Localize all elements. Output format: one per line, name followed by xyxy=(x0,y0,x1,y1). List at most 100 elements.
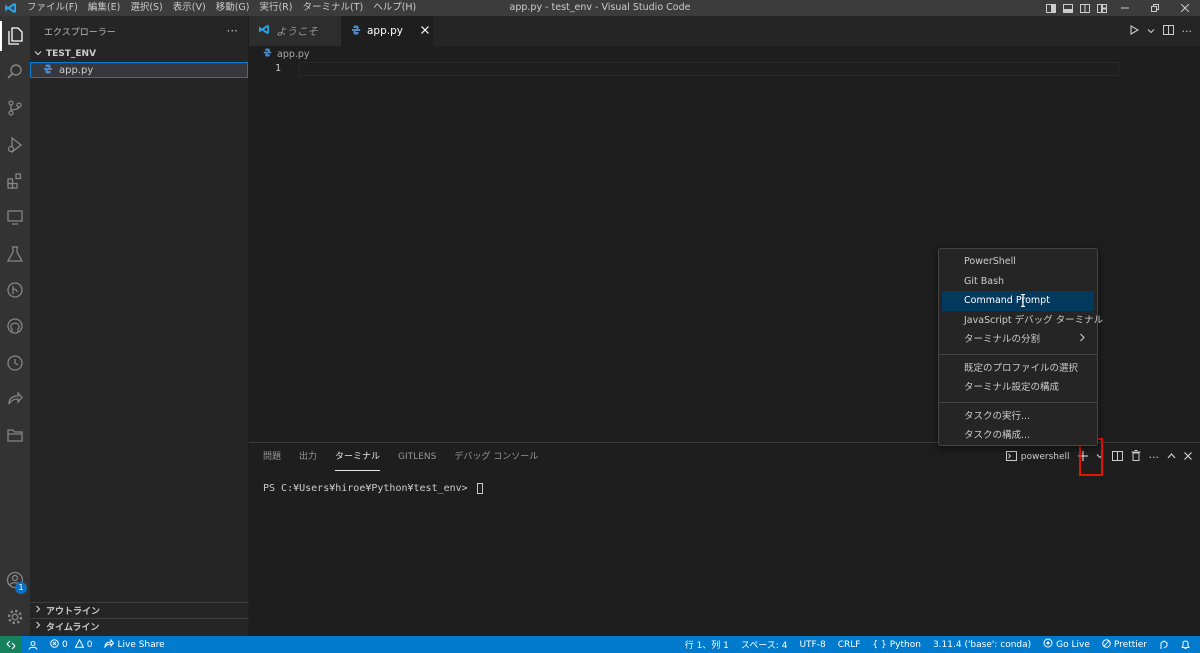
menu-item-split-terminal[interactable]: ターミナルの分割 xyxy=(942,330,1094,350)
split-terminal-icon[interactable] xyxy=(1111,450,1123,464)
search-icon[interactable] xyxy=(0,57,30,87)
live-share-icon[interactable] xyxy=(0,384,30,414)
tab-welcome[interactable]: ようこそ xyxy=(249,16,341,46)
github-icon[interactable] xyxy=(0,311,30,341)
end-of-line[interactable]: CRLF xyxy=(832,636,867,653)
remote-explorer-icon[interactable] xyxy=(0,202,30,232)
warning-icon xyxy=(74,638,85,651)
file-item-app-py[interactable]: app.py xyxy=(30,62,248,78)
menu-item-git-bash[interactable]: Git Bash xyxy=(942,272,1094,292)
menu-item-run-task[interactable]: タスクの実行... xyxy=(942,407,1094,427)
settings-gear-icon[interactable] xyxy=(0,602,30,632)
menu-help[interactable]: ヘルプ(H) xyxy=(368,0,421,16)
toggle-sidebar-icon[interactable] xyxy=(1076,0,1093,16)
cursor-position[interactable]: 行 1、列 1 xyxy=(679,636,735,653)
toggle-panel-icon[interactable] xyxy=(1059,0,1076,16)
accounts-badge: 1 xyxy=(15,582,27,594)
problems-status[interactable]: 0 0 xyxy=(44,636,98,653)
kill-terminal-trash-icon[interactable] xyxy=(1131,450,1141,464)
title-bar: ファイル(F) 編集(E) 選択(S) 表示(V) 移動(G) 実行(R) ター… xyxy=(0,0,1200,16)
menu-item-configure-terminal-settings[interactable]: ターミナル設定の構成 xyxy=(942,378,1094,398)
menu-view[interactable]: 表示(V) xyxy=(168,0,211,16)
bottom-panel: 問題 出力 ターミナル GITLENS デバッグ コンソール powershel… xyxy=(249,442,1200,636)
gitlens-icon[interactable] xyxy=(0,275,30,305)
extensions-icon[interactable] xyxy=(0,166,30,196)
explorer-sidebar: エクスプローラー ··· TEST_ENV app.py アウトライン タイムラ… xyxy=(30,16,249,636)
chevron-down-icon xyxy=(34,49,42,60)
timeline-section[interactable]: タイムライン xyxy=(30,618,249,634)
remote-indicator-icon[interactable] xyxy=(0,636,22,653)
prettier-icon xyxy=(1102,638,1111,651)
source-control-icon[interactable] xyxy=(0,93,30,123)
tab-debug-console[interactable]: デバッグ コンソール xyxy=(454,443,538,471)
breadcrumb: app.py xyxy=(249,46,1200,62)
terminal-instance[interactable]: powershell xyxy=(1005,450,1070,464)
customize-layout-icon[interactable] xyxy=(1093,0,1110,16)
python-interpreter[interactable]: 3.11.4 ('base': conda) xyxy=(927,636,1037,653)
tab-close-icon[interactable] xyxy=(421,25,429,37)
menu-item-command-prompt[interactable]: Command Prompt xyxy=(942,291,1094,311)
close-window-icon[interactable] xyxy=(1170,0,1200,16)
more-actions-icon[interactable]: ··· xyxy=(1182,25,1193,38)
maximize-panel-chevron-up-icon[interactable] xyxy=(1167,452,1176,463)
outline-label: アウトライン xyxy=(46,607,101,617)
notifications-bell-icon[interactable] xyxy=(1175,636,1196,653)
timeline-history-icon[interactable] xyxy=(0,348,30,378)
explorer-more-button[interactable]: ··· xyxy=(227,24,238,38)
menu-item-powershell[interactable]: PowerShell xyxy=(942,252,1094,272)
restore-icon[interactable] xyxy=(1140,0,1170,16)
tab-app-py[interactable]: app.py xyxy=(341,16,433,46)
accounts-icon[interactable]: 1 xyxy=(0,565,30,595)
project-manager-icon[interactable] xyxy=(0,420,30,450)
outline-section[interactable]: アウトライン xyxy=(30,602,249,618)
menu-run[interactable]: 実行(R) xyxy=(254,0,297,16)
menu-file[interactable]: ファイル(F) xyxy=(22,0,83,16)
tab-label: ようこそ xyxy=(276,25,318,38)
close-panel-icon[interactable] xyxy=(1184,451,1192,463)
more-actions-icon[interactable]: ··· xyxy=(1149,451,1160,464)
live-share-icon xyxy=(104,638,115,651)
run-debug-icon[interactable] xyxy=(0,130,30,160)
minimize-icon[interactable] xyxy=(1110,0,1140,16)
menu-item-configure-tasks[interactable]: タスクの構成... xyxy=(942,426,1094,446)
menu-terminal[interactable]: ターミナル(T) xyxy=(297,0,368,16)
workspace-folder[interactable]: TEST_ENV xyxy=(30,46,248,62)
terminal-output[interactable]: PS C:¥Users¥hiroe¥Python¥test_env> xyxy=(263,483,483,494)
encoding[interactable]: UTF-8 xyxy=(793,636,831,653)
layout-editor-icon[interactable] xyxy=(1042,0,1059,16)
go-live-status[interactable]: Go Live xyxy=(1037,636,1096,653)
menu-item-select-default-profile[interactable]: 既定のプロファイルの選択 xyxy=(942,359,1094,379)
feedback-icon[interactable] xyxy=(1153,636,1175,653)
live-share-status[interactable]: Live Share xyxy=(98,636,170,653)
breadcrumb-file[interactable]: app.py xyxy=(277,49,310,60)
tab-terminal[interactable]: ターミナル xyxy=(335,443,381,471)
split-editor-icon[interactable] xyxy=(1162,24,1174,38)
indentation[interactable]: スペース: 4 xyxy=(735,636,794,653)
explorer-title: エクスプローラー xyxy=(44,27,116,38)
error-icon xyxy=(50,638,59,651)
menu-edit[interactable]: 編集(E) xyxy=(83,0,125,16)
language-mode[interactable]: { } Python xyxy=(866,636,927,653)
run-python-icon[interactable] xyxy=(1129,24,1139,38)
menu-selection[interactable]: 選択(S) xyxy=(125,0,167,16)
accounts-status-icon[interactable] xyxy=(22,636,44,653)
terminal-icon xyxy=(1005,450,1017,464)
language-label: Python xyxy=(889,639,921,650)
tab-label: app.py xyxy=(367,25,403,37)
menu-separator xyxy=(939,401,1097,403)
tab-output[interactable]: 出力 xyxy=(299,443,317,471)
terminal-prompt: PS C:¥Users¥hiroe¥Python¥test_env> xyxy=(263,483,474,494)
explorer-icon[interactable] xyxy=(0,21,30,51)
explorer-header: エクスプローラー ··· xyxy=(30,16,248,46)
workspace-folder-label: TEST_ENV xyxy=(46,49,97,59)
menu-go[interactable]: 移動(G) xyxy=(211,0,255,16)
prettier-status[interactable]: Prettier xyxy=(1096,636,1153,653)
editor-tab-bar: ようこそ app.py ··· xyxy=(249,16,1200,46)
tab-problems[interactable]: 問題 xyxy=(263,443,281,471)
chevron-down-icon[interactable] xyxy=(1147,25,1155,38)
warning-count: 0 xyxy=(86,639,93,650)
python-file-icon xyxy=(263,48,272,60)
tab-gitlens[interactable]: GITLENS xyxy=(398,443,436,471)
menu-item-js-debug-terminal[interactable]: JavaScript デバッグ ターミナル xyxy=(942,311,1103,331)
testing-flask-icon[interactable] xyxy=(0,239,30,269)
